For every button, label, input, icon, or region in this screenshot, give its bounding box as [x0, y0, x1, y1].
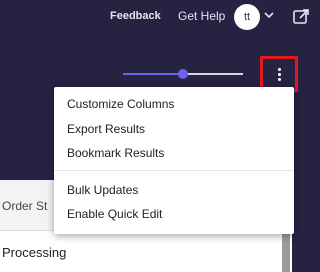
- feedback-link[interactable]: Feedback: [110, 10, 161, 22]
- slider-track: [183, 73, 243, 75]
- menu-item-export-results[interactable]: Export Results: [67, 122, 145, 136]
- avatar[interactable]: tt: [234, 4, 260, 30]
- status-cell: Processing: [2, 245, 67, 260]
- slider-track-filled: [123, 73, 183, 75]
- table-row[interactable]: Processing: [0, 231, 280, 272]
- scrollbar[interactable]: [282, 230, 290, 272]
- external-link-icon[interactable]: [292, 8, 310, 26]
- options-menu: Customize Columns Export Results Bookmar…: [54, 87, 294, 234]
- more-vertical-icon: [277, 67, 281, 81]
- get-help-link[interactable]: Get Help: [178, 9, 225, 23]
- density-slider[interactable]: [123, 66, 243, 82]
- top-bar: Feedback Get Help tt: [0, 0, 315, 36]
- menu-item-bookmark-results[interactable]: Bookmark Results: [67, 146, 164, 160]
- menu-item-bulk-updates[interactable]: Bulk Updates: [67, 183, 138, 197]
- menu-item-customize-columns[interactable]: Customize Columns: [67, 97, 174, 111]
- chevron-down-icon[interactable]: [264, 10, 274, 20]
- column-header-order-status[interactable]: Order St: [2, 199, 47, 213]
- menu-item-enable-quick-edit[interactable]: Enable Quick Edit: [67, 207, 162, 221]
- slider-thumb[interactable]: [178, 69, 188, 79]
- menu-divider: [54, 170, 294, 171]
